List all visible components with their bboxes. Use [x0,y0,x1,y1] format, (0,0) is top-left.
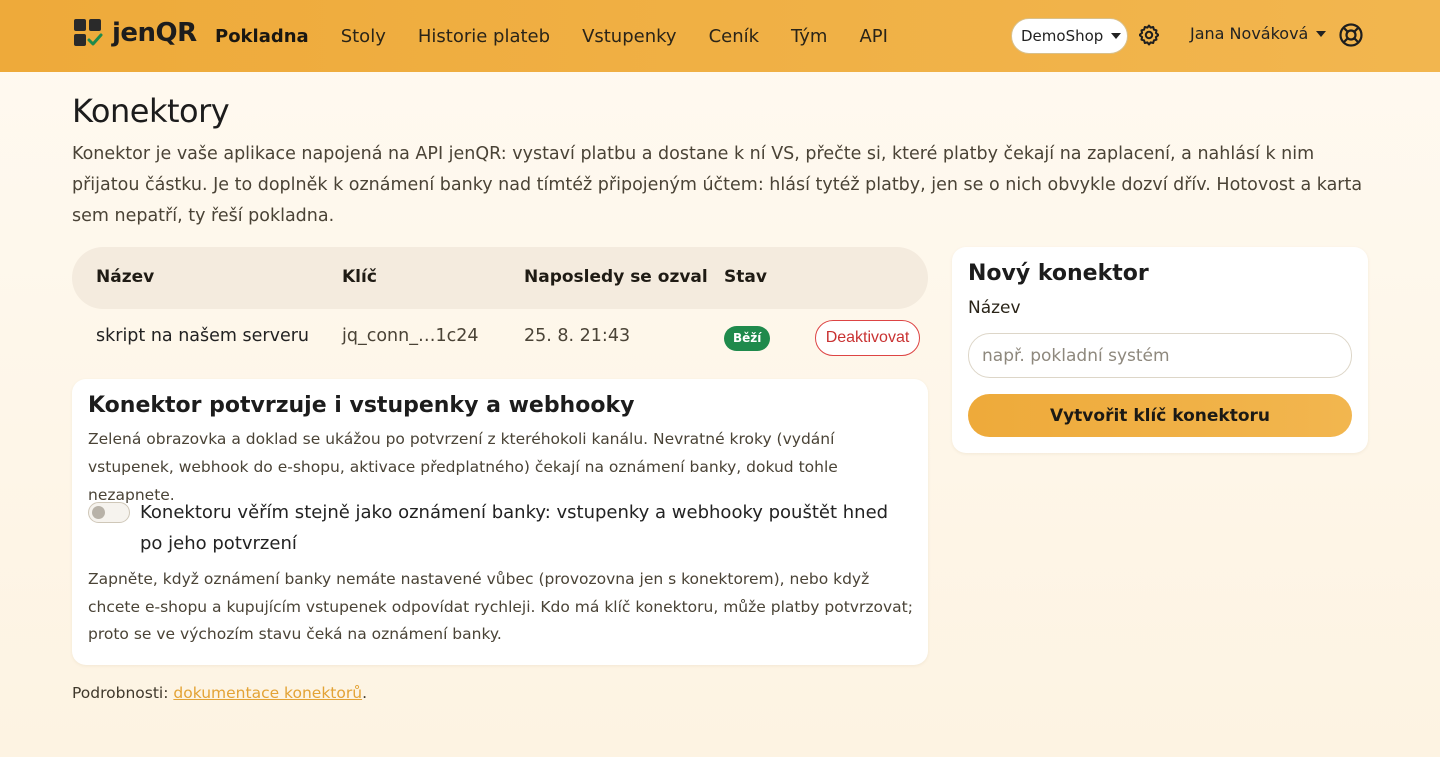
toggle-knob [92,506,105,519]
deactivate-button[interactable]: Deaktivovat [815,320,920,356]
footer-prefix: Podrobnosti: [72,684,174,702]
nav-link-vstupenky[interactable]: Vstupenky [582,26,677,47]
connector-last-seen: 25. 8. 21:43 [524,326,631,346]
column-header-key: Klíč [342,267,377,287]
trust-toggle-label[interactable]: Konektoru věřím stejně jako oznámení ban… [140,497,900,559]
new-connector-card: Nový konektor Název Vytvořit klíč konekt… [952,247,1368,453]
brand-name: jenQR [112,18,197,48]
column-header-last-seen: Naposledy se ozval [524,267,708,287]
connector-name-input[interactable] [968,333,1352,378]
connector-name-label: Název [968,298,1021,318]
new-connector-title: Nový konektor [968,261,1149,286]
create-connector-key-button[interactable]: Vytvořit klíč konektoru [968,394,1352,437]
table-row: skript na našem serveru jq_conn_…1c24 25… [72,309,928,367]
trust-settings-card: Konektor potvrzuje i vstupenky a webhook… [72,379,928,665]
main-nav: Pokladna Stoly Historie plateb Vstupenky… [215,0,920,72]
column-header-status: Stav [724,267,767,287]
page-intro: Konektor je vaše aplikace napojená na AP… [72,144,1363,226]
connector-docs-link[interactable]: dokumentace konektorů [173,684,362,702]
user-menu[interactable]: Jana Nováková [1190,24,1327,43]
nav-link-cenik[interactable]: Ceník [709,26,759,47]
chevron-down-icon [1316,30,1327,37]
shop-select-value: DemoShop [1021,27,1104,45]
lifebuoy-help-icon[interactable] [1338,22,1364,48]
chevron-down-icon [1111,33,1122,39]
nav-link-stoly[interactable]: Stoly [341,26,386,47]
top-navbar: jenQR Pokladna Stoly Historie plateb Vst… [0,0,1440,72]
trust-card-title: Konektor potvrzuje i vstupenky a webhook… [88,393,635,418]
shop-select[interactable]: DemoShop [1011,18,1128,54]
user-name: Jana Nováková [1190,24,1309,43]
nav-link-tym[interactable]: Tým [791,26,827,47]
nav-link-pokladna[interactable]: Pokladna [215,26,309,47]
footer-note: Podrobnosti: dokumentace konektorů. [72,684,367,702]
trust-toggle[interactable] [88,502,130,523]
nav-link-api[interactable]: API [859,26,887,47]
nav-link-historie-plateb[interactable]: Historie plateb [418,26,550,47]
status-badge: Běží [724,326,771,351]
trust-card-help: Zapněte, když oznámení banky nemáte nast… [88,570,913,643]
column-header-name: Název [96,267,155,287]
gear-icon[interactable] [1137,23,1161,47]
connector-key: jq_conn_…1c24 [342,326,479,346]
jenqr-logo-icon [74,19,103,47]
page-title: Konektory [72,92,230,130]
footer-suffix: . [362,684,367,702]
connector-name: skript na našem serveru [96,326,310,346]
table-header: Název Klíč Naposledy se ozval Stav [72,247,928,309]
connectors-table: Název Klíč Naposledy se ozval Stav skrip… [72,247,928,367]
brand-home-link[interactable]: jenQR [74,18,197,48]
